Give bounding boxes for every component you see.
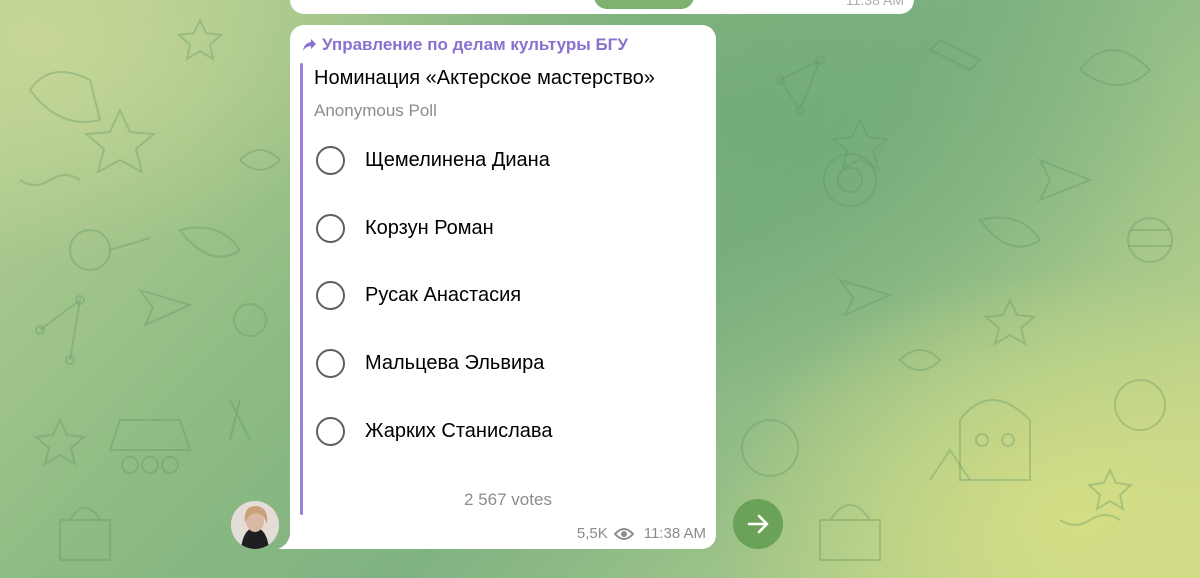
forward-arrow-icon (303, 39, 316, 51)
radio-circle-icon[interactable] (316, 213, 345, 243)
poll-option[interactable]: Щемелинена Диана (316, 145, 550, 175)
radio-circle-icon[interactable] (316, 348, 345, 378)
poll-vote-count: 2 567 votes (464, 490, 552, 509)
poll-option-label: Жарких Станислава (365, 419, 553, 442)
poll-option-label: Корзун Роман (365, 216, 494, 239)
view-count: 5,5K (576, 525, 608, 542)
radio-circle-icon[interactable] (316, 145, 345, 175)
poll-type-label: Anonymous Poll (314, 101, 437, 120)
forwarded-from-header[interactable]: Управление по делам культуры БГУ (302, 35, 628, 55)
previous-message-time: 11:38 AM (845, 0, 904, 8)
poll-option[interactable]: Жарких Станислава (316, 416, 552, 446)
poll-option[interactable]: Мальцева Эльвира (316, 348, 544, 378)
share-button[interactable] (733, 499, 783, 549)
radio-circle-icon[interactable] (316, 416, 345, 446)
message-meta: 5,5K 11:38 AM (577, 525, 706, 542)
share-arrow-icon (747, 514, 769, 534)
poll-option-label: Русак Анастасия (365, 283, 522, 306)
previous-message-highlight (594, 0, 694, 9)
forwarded-from-channel[interactable]: Управление по делам культуры БГУ (322, 35, 628, 55)
forward-quote-bar (300, 63, 303, 515)
eye-icon (613, 527, 634, 540)
previous-message-bubble: 11:38 AM (290, 0, 914, 14)
poll-option-label: Щемелинена Диана (365, 148, 550, 171)
avatar-portrait-icon (231, 501, 279, 549)
poll-option[interactable]: Корзун Роман (316, 213, 494, 243)
poll-question: Номинация «Актерское мастерство» (314, 67, 655, 89)
poll-option-label: Мальцева Эльвира (365, 351, 545, 374)
radio-circle-icon[interactable] (316, 280, 345, 310)
sender-avatar[interactable] (231, 501, 279, 549)
poll-option[interactable]: Русак Анастасия (316, 280, 521, 310)
message-time: 11:38 AM (643, 525, 706, 542)
